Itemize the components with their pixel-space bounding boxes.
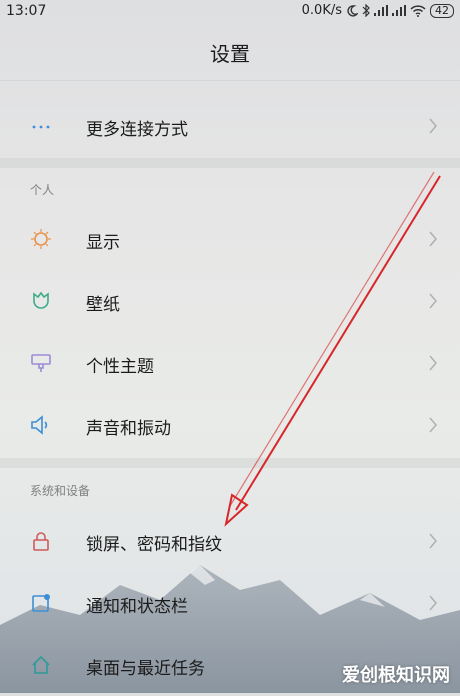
speaker-icon [31,415,48,435]
home-icon [32,655,50,674]
row-label: 声音和振动 [86,419,171,439]
chevron-right-icon [429,231,437,247]
title-divider [0,80,460,81]
network-speed: 0.0K/s [301,3,342,18]
more-dots-icon [32,125,50,129]
section-gap [0,458,460,468]
chevron-right-icon [429,118,437,134]
row-label: 壁纸 [86,295,120,315]
chevron-right-icon [429,533,437,549]
wifi-icon [410,4,426,17]
status-time: 13:07 [6,3,47,19]
section-header-personal: 个人 [30,183,55,197]
status-bar: 13:07 0.0K/s 42 [0,0,460,22]
row-label: 桌面与最近任务 [86,659,205,679]
row-label: 锁屏、密码和指纹 [86,535,222,555]
row-theme[interactable]: 个性主题 [0,332,460,394]
row-wallpaper[interactable]: 壁纸 [0,270,460,332]
chevron-right-icon [429,293,437,309]
row-more-connections[interactable]: 更多连接方式 [0,95,460,157]
watermark: 爱创根知识网 [342,665,450,686]
tulip-icon [33,291,49,309]
chevron-right-icon [429,417,437,433]
moon-icon [347,4,358,17]
row-notifications[interactable]: 通知和状态栏 [0,572,460,634]
chevron-right-icon [429,355,437,371]
battery-indicator: 42 [430,3,454,18]
status-icons: 0.0K/s 42 [302,3,454,18]
row-display[interactable]: 显示 [0,208,460,270]
sun-icon [31,229,51,249]
row-lockscreen[interactable]: 锁屏、密码和指纹 [0,510,460,572]
page-title: 设置 [210,42,250,66]
row-label: 更多连接方式 [86,120,188,140]
title-bar: 设置 [0,30,460,78]
row-label: 个性主题 [86,357,154,377]
lock-icon [33,532,49,551]
signal-icon-2 [392,5,406,16]
brush-icon [31,354,51,372]
bluetooth-icon [362,4,370,17]
section-header-system: 系统和设备 [30,484,91,498]
signal-icon [374,5,388,16]
row-sound[interactable]: 声音和振动 [0,394,460,456]
row-label: 显示 [86,233,120,253]
chevron-right-icon [429,595,437,611]
notification-icon [32,594,50,612]
row-label: 通知和状态栏 [86,597,188,617]
section-gap [0,158,460,168]
